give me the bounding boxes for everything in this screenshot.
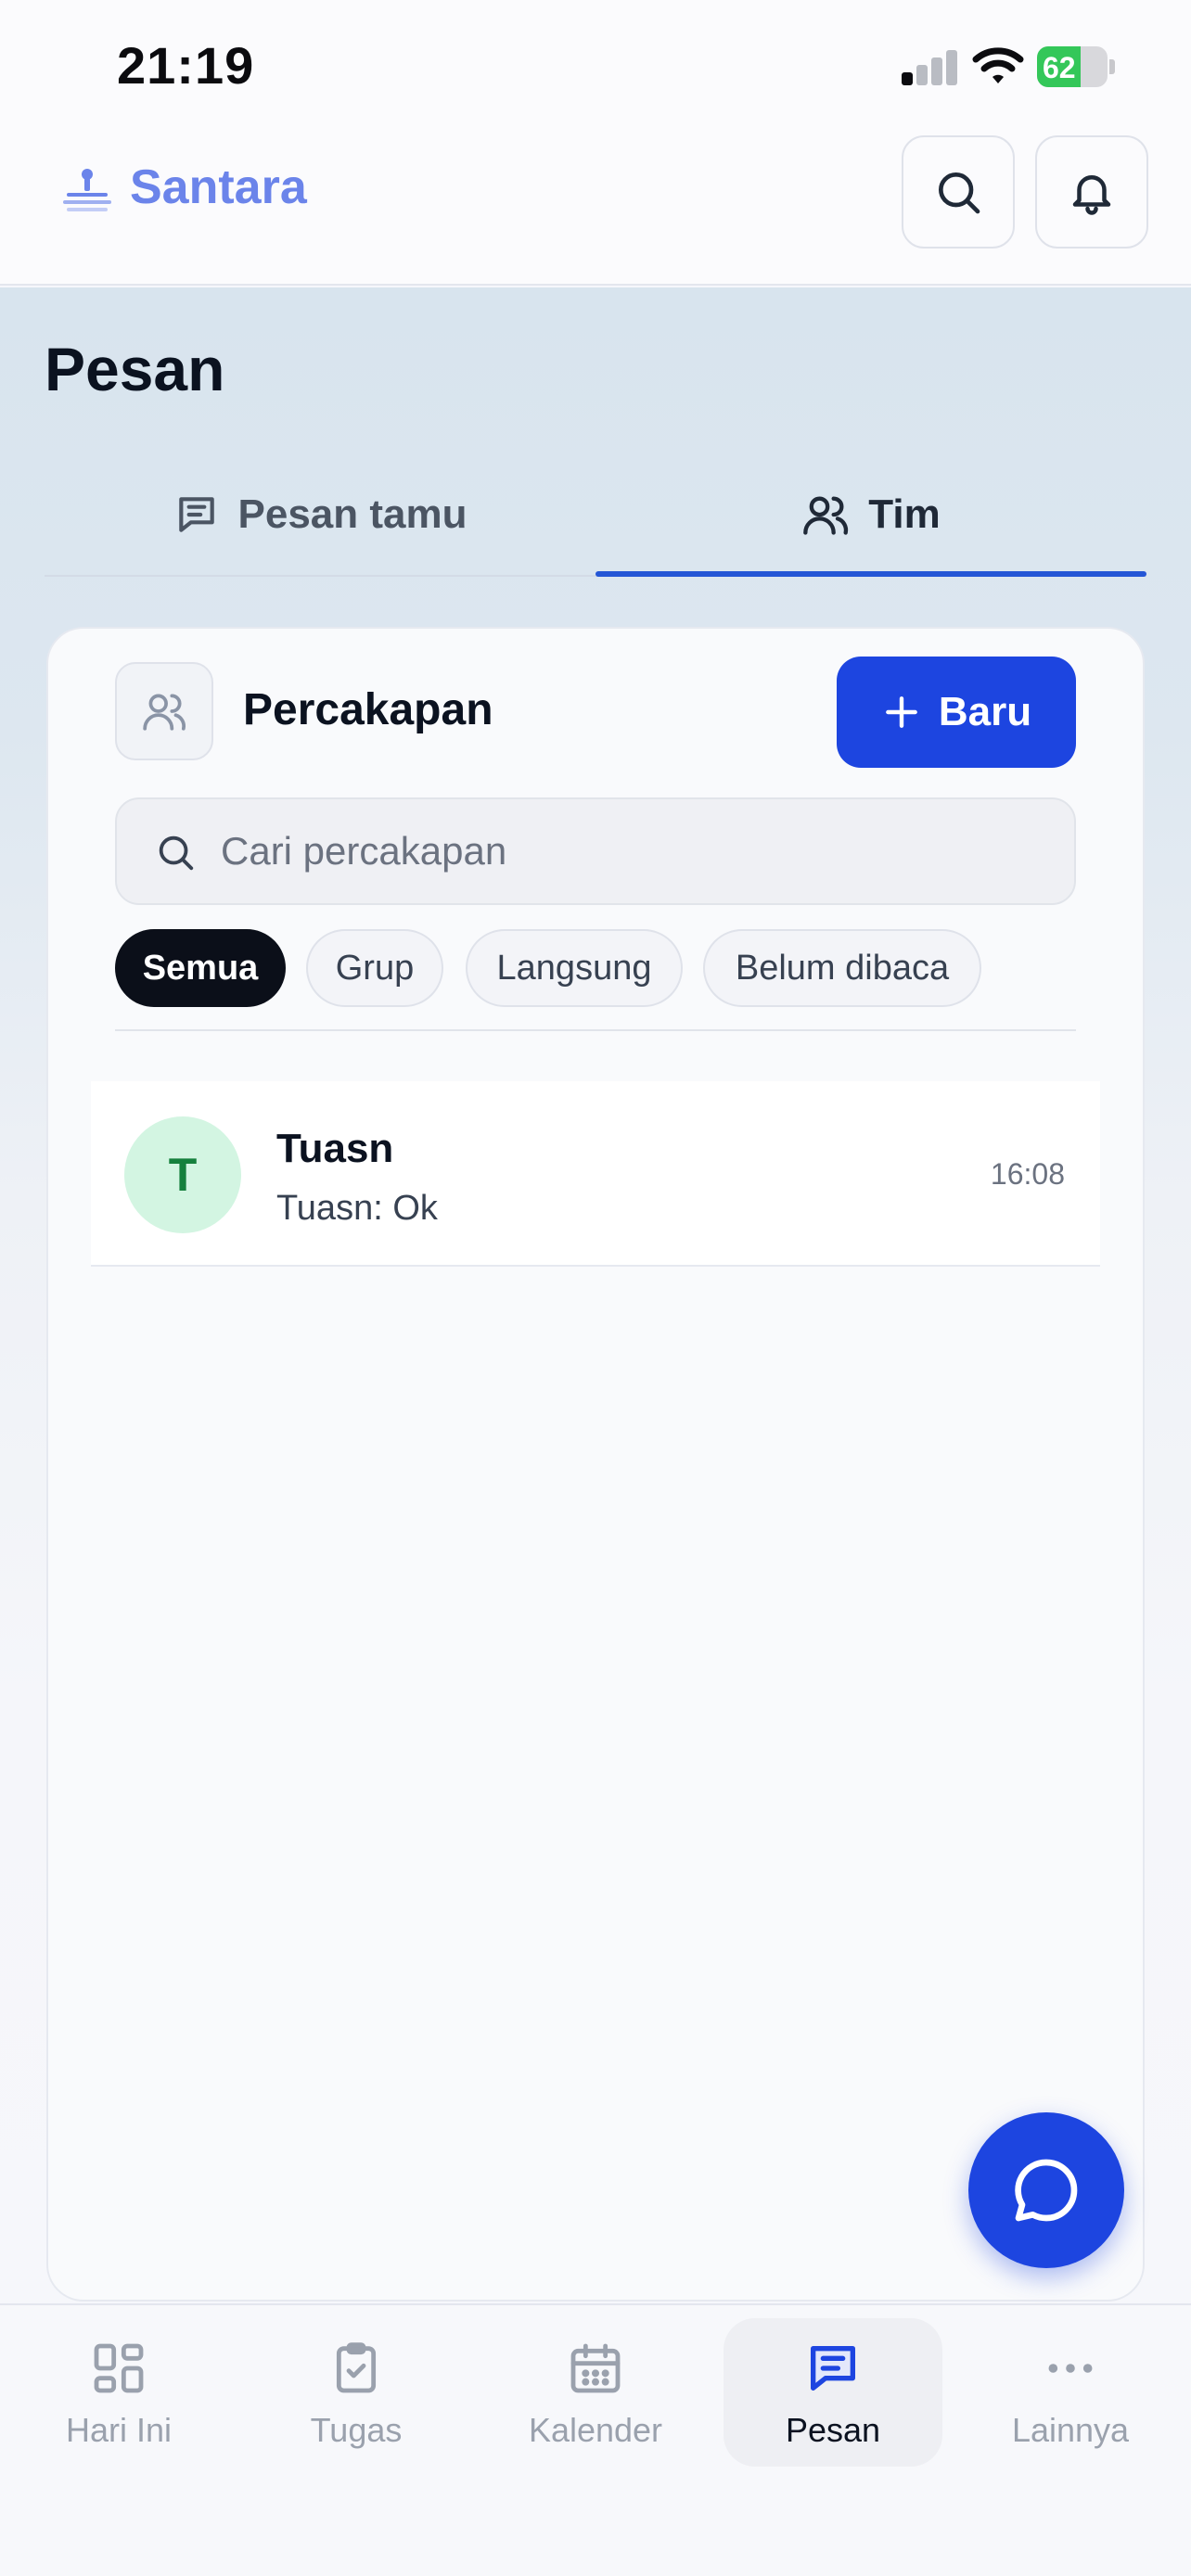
- filter-chip-langsung[interactable]: Langsung: [466, 929, 683, 1007]
- filter-chip-semua[interactable]: Semua: [115, 929, 286, 1007]
- users-icon: [143, 694, 186, 731]
- wifi-icon: [972, 47, 1024, 83]
- nav-item-pesan[interactable]: Pesan: [724, 2318, 942, 2467]
- conversation-row[interactable]: [91, 1081, 1100, 1267]
- search-input[interactable]: [221, 799, 1056, 903]
- nav-label: Hari Ini: [65, 2411, 173, 2449]
- plus-icon: [886, 696, 917, 728]
- nav-label: Tugas: [310, 2411, 403, 2449]
- new-button-label: Baru: [938, 689, 1032, 734]
- notifications-button[interactable]: [1035, 135, 1148, 249]
- card-icon-box: [115, 662, 213, 760]
- search-button[interactable]: [902, 135, 1015, 249]
- tab-label: Tim: [868, 491, 941, 537]
- new-conversation-button[interactable]: Baru: [837, 657, 1076, 768]
- dashboard-icon: [94, 2343, 144, 2393]
- message-square-icon: [178, 497, 214, 532]
- tab-active-indicator: [596, 571, 1146, 577]
- avatar: T: [124, 1116, 241, 1233]
- users-icon: [803, 496, 849, 535]
- message-icon: [811, 2346, 855, 2391]
- bell-icon: [1072, 175, 1111, 215]
- brand-logo-icon: [63, 169, 111, 211]
- brand-name[interactable]: Santara: [130, 159, 307, 215]
- tab-tim[interactable]: Tim: [596, 464, 1146, 566]
- more-icon: [1048, 2364, 1093, 2373]
- conversation-time: 16:08: [990, 1157, 1065, 1191]
- nav-label: Pesan: [785, 2411, 881, 2449]
- filter-chip-grup[interactable]: Grup: [306, 929, 443, 1007]
- battery-icon: 62: [1037, 46, 1115, 87]
- nav-item-tugas[interactable]: Tugas: [247, 2318, 466, 2467]
- nav-item-kalender[interactable]: Kalender: [486, 2318, 705, 2467]
- clipboard-check-icon: [336, 2342, 377, 2393]
- search-icon: [159, 835, 194, 871]
- battery-level: 62: [1043, 51, 1076, 84]
- chat-bubble-icon: [1015, 2159, 1078, 2222]
- nav-label: Lainnya: [1011, 2411, 1130, 2449]
- status-time: 21:19: [117, 36, 255, 95]
- page-title: Pesan: [45, 335, 225, 403]
- nav-item-lainnya[interactable]: Lainnya: [961, 2318, 1180, 2467]
- nav-item-hari-ini[interactable]: Hari Ini: [9, 2318, 228, 2467]
- conversation-search: [115, 797, 1076, 905]
- tab-label: Pesan tamu: [237, 491, 467, 537]
- chat-fab-button[interactable]: [968, 2112, 1124, 2268]
- tab-pesan-tamu[interactable]: Pesan tamu: [45, 464, 596, 566]
- search-icon: [939, 172, 980, 214]
- cellular-signal-icon: [902, 50, 957, 85]
- conversations-title: Percakapan: [243, 685, 493, 734]
- conversation-name: Tuasn: [276, 1126, 394, 1171]
- filters-divider: [115, 1029, 1076, 1031]
- conversation-preview: Tuasn: Ok: [276, 1189, 438, 1228]
- calendar-icon: [570, 2343, 621, 2393]
- filter-chip-belum-dibaca[interactable]: Belum dibaca: [703, 929, 981, 1007]
- nav-label: Kalender: [528, 2411, 663, 2449]
